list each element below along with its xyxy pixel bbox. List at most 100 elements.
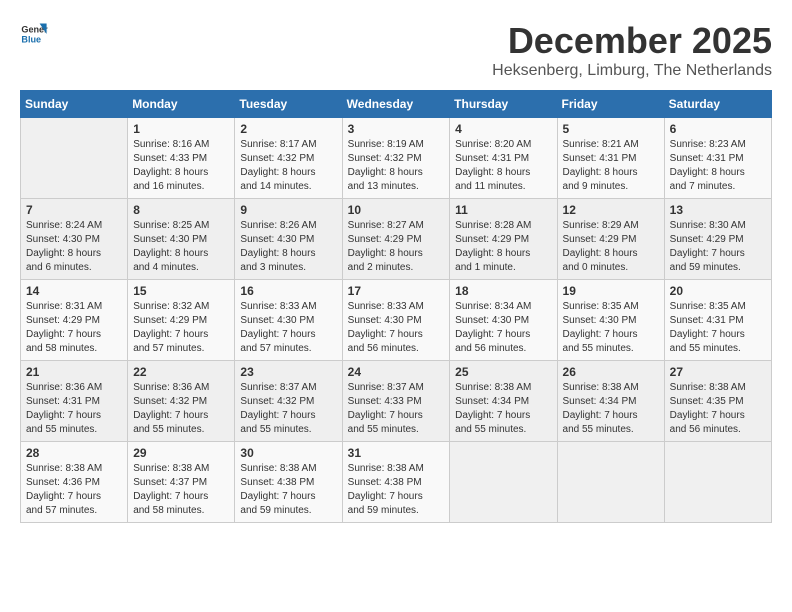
day-info: Sunrise: 8:20 AM Sunset: 4:31 PM Dayligh…: [455, 138, 551, 194]
calendar-cell: 18Sunrise: 8:34 AM Sunset: 4:30 PM Dayli…: [450, 280, 557, 361]
calendar-cell: 6 Sunrise: 8:23 AM Sunset: 4:31 PM Daylig…: [664, 118, 771, 199]
day-info: Sunrise: 8:38 AM Sunset: 4:34 PM Dayligh…: [563, 381, 659, 437]
day-info: Sunrise: 8:23 AM Sunset: 4:31 PM Dayligh…: [670, 138, 766, 194]
day-number: 7: [26, 203, 122, 217]
day-info: Sunrise: 8:19 AM Sunset: 4:32 PM Dayligh…: [348, 138, 445, 194]
calendar-cell: 27 Sunrise: 8:38 AM Sunset: 4:35 PM Dayli…: [664, 361, 771, 442]
day-info: Sunrise: 8:30 AM Sunset: 4:29 PM Dayligh…: [670, 219, 766, 275]
calendar-cell: 9 Sunrise: 8:26 AM Sunset: 4:30 PM Daylig…: [235, 199, 342, 280]
day-number: 29: [133, 446, 229, 460]
calendar-cell: 12 Sunrise: 8:29 AM Sunset: 4:29 PM Dayli…: [557, 199, 664, 280]
logo: General Blue: [20, 20, 48, 48]
day-info: Sunrise: 8:17 AM Sunset: 4:32 PM Dayligh…: [240, 138, 336, 194]
calendar-cell: 28Sunrise: 8:38 AM Sunset: 4:36 PM Dayli…: [21, 442, 128, 523]
calendar-cell: 4Sunrise: 8:20 AM Sunset: 4:31 PM Daylig…: [450, 118, 557, 199]
day-number: 24: [348, 365, 445, 379]
calendar-cell: 25Sunrise: 8:38 AM Sunset: 4:34 PM Dayli…: [450, 361, 557, 442]
calendar-cell: 22 Sunrise: 8:36 AM Sunset: 4:32 PM Dayli…: [128, 361, 235, 442]
calendar-cell: 1Sunrise: 8:16 AM Sunset: 4:33 PM Daylig…: [128, 118, 235, 199]
day-number: 17: [348, 284, 445, 298]
header-sunday: Sunday: [21, 91, 128, 118]
calendar-cell: 21 Sunrise: 8:36 AM Sunset: 4:31 PM Dayli…: [21, 361, 128, 442]
calendar-cell: 20 Sunrise: 8:35 AM Sunset: 4:31 PM Dayli…: [664, 280, 771, 361]
calendar-cell: 8 Sunrise: 8:25 AM Sunset: 4:30 PM Daylig…: [128, 199, 235, 280]
calendar-cell: [664, 442, 771, 523]
header-tuesday: Tuesday: [235, 91, 342, 118]
day-info: Sunrise: 8:37 AM Sunset: 4:32 PM Dayligh…: [240, 381, 336, 437]
day-number: 14: [26, 284, 122, 298]
header-thursday: Thursday: [450, 91, 557, 118]
calendar-cell: 19 Sunrise: 8:35 AM Sunset: 4:30 PM Dayli…: [557, 280, 664, 361]
calendar-body: 1Sunrise: 8:16 AM Sunset: 4:33 PM Daylig…: [21, 118, 772, 523]
day-info: Sunrise: 8:33 AM Sunset: 4:30 PM Dayligh…: [348, 300, 445, 356]
day-info: Sunrise: 8:38 AM Sunset: 4:36 PM Dayligh…: [26, 462, 122, 518]
day-info: Sunrise: 8:29 AM Sunset: 4:29 PM Dayligh…: [563, 219, 659, 275]
day-info: Sunrise: 8:37 AM Sunset: 4:33 PM Dayligh…: [348, 381, 445, 437]
day-number: 1: [133, 122, 229, 136]
week-row-1: 1Sunrise: 8:16 AM Sunset: 4:33 PM Daylig…: [21, 118, 772, 199]
calendar-table: SundayMondayTuesdayWednesdayThursdayFrid…: [20, 90, 772, 523]
calendar-cell: 13Sunrise: 8:30 AM Sunset: 4:29 PM Dayli…: [664, 199, 771, 280]
header-monday: Monday: [128, 91, 235, 118]
day-number: 22: [133, 365, 229, 379]
calendar-cell: 17 Sunrise: 8:33 AM Sunset: 4:30 PM Dayli…: [342, 280, 450, 361]
day-number: 10: [348, 203, 445, 217]
location-title: Heksenberg, Limburg, The Netherlands: [492, 62, 772, 80]
day-info: Sunrise: 8:35 AM Sunset: 4:30 PM Dayligh…: [563, 300, 659, 356]
calendar-cell: 11 Sunrise: 8:28 AM Sunset: 4:29 PM Dayli…: [450, 199, 557, 280]
day-number: 18: [455, 284, 551, 298]
day-number: 12: [563, 203, 659, 217]
day-number: 19: [563, 284, 659, 298]
day-number: 15: [133, 284, 229, 298]
header-saturday: Saturday: [664, 91, 771, 118]
day-info: Sunrise: 8:36 AM Sunset: 4:31 PM Dayligh…: [26, 381, 122, 437]
day-number: 3: [348, 122, 445, 136]
day-info: Sunrise: 8:33 AM Sunset: 4:30 PM Dayligh…: [240, 300, 336, 356]
day-number: 11: [455, 203, 551, 217]
day-number: 5: [563, 122, 659, 136]
calendar-cell: 31Sunrise: 8:38 AM Sunset: 4:38 PM Dayli…: [342, 442, 450, 523]
day-number: 31: [348, 446, 445, 460]
calendar-cell: [450, 442, 557, 523]
calendar-cell: 5 Sunrise: 8:21 AM Sunset: 4:31 PM Daylig…: [557, 118, 664, 199]
calendar-cell: [557, 442, 664, 523]
calendar-cell: 24 Sunrise: 8:37 AM Sunset: 4:33 PM Dayli…: [342, 361, 450, 442]
day-number: 6: [670, 122, 766, 136]
week-row-4: 21 Sunrise: 8:36 AM Sunset: 4:31 PM Dayli…: [21, 361, 772, 442]
day-info: Sunrise: 8:36 AM Sunset: 4:32 PM Dayligh…: [133, 381, 229, 437]
day-info: Sunrise: 8:35 AM Sunset: 4:31 PM Dayligh…: [670, 300, 766, 356]
day-number: 8: [133, 203, 229, 217]
calendar-cell: 29 Sunrise: 8:38 AM Sunset: 4:37 PM Dayli…: [128, 442, 235, 523]
day-info: Sunrise: 8:26 AM Sunset: 4:30 PM Dayligh…: [240, 219, 336, 275]
calendar-cell: 26Sunrise: 8:38 AM Sunset: 4:34 PM Dayli…: [557, 361, 664, 442]
week-row-3: 14Sunrise: 8:31 AM Sunset: 4:29 PM Dayli…: [21, 280, 772, 361]
calendar-cell: [21, 118, 128, 199]
day-info: Sunrise: 8:38 AM Sunset: 4:38 PM Dayligh…: [240, 462, 336, 518]
month-title: December 2025: [492, 20, 772, 62]
day-number: 21: [26, 365, 122, 379]
page-header: General Blue December 2025 Heksenberg, L…: [20, 20, 772, 80]
calendar-cell: 30 Sunrise: 8:38 AM Sunset: 4:38 PM Dayli…: [235, 442, 342, 523]
week-row-2: 7 Sunrise: 8:24 AM Sunset: 4:30 PM Daylig…: [21, 199, 772, 280]
day-info: Sunrise: 8:28 AM Sunset: 4:29 PM Dayligh…: [455, 219, 551, 275]
day-info: Sunrise: 8:38 AM Sunset: 4:35 PM Dayligh…: [670, 381, 766, 437]
day-number: 23: [240, 365, 336, 379]
day-number: 16: [240, 284, 336, 298]
calendar-cell: 10Sunrise: 8:27 AM Sunset: 4:29 PM Dayli…: [342, 199, 450, 280]
day-info: Sunrise: 8:24 AM Sunset: 4:30 PM Dayligh…: [26, 219, 122, 275]
day-info: Sunrise: 8:25 AM Sunset: 4:30 PM Dayligh…: [133, 219, 229, 275]
day-number: 27: [670, 365, 766, 379]
logo-icon: General Blue: [20, 20, 48, 48]
header-friday: Friday: [557, 91, 664, 118]
day-number: 9: [240, 203, 336, 217]
calendar-cell: 14Sunrise: 8:31 AM Sunset: 4:29 PM Dayli…: [21, 280, 128, 361]
title-section: December 2025 Heksenberg, Limburg, The N…: [492, 20, 772, 80]
day-info: Sunrise: 8:21 AM Sunset: 4:31 PM Dayligh…: [563, 138, 659, 194]
day-number: 30: [240, 446, 336, 460]
calendar-cell: 3 Sunrise: 8:19 AM Sunset: 4:32 PM Daylig…: [342, 118, 450, 199]
week-row-5: 28Sunrise: 8:38 AM Sunset: 4:36 PM Dayli…: [21, 442, 772, 523]
day-number: 25: [455, 365, 551, 379]
calendar-cell: 16 Sunrise: 8:33 AM Sunset: 4:30 PM Dayli…: [235, 280, 342, 361]
day-number: 20: [670, 284, 766, 298]
day-info: Sunrise: 8:38 AM Sunset: 4:37 PM Dayligh…: [133, 462, 229, 518]
